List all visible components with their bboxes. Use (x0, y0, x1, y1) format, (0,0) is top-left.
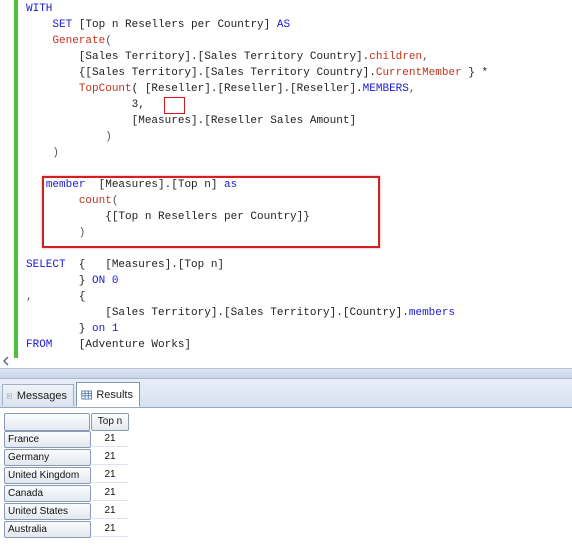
tab-results-label: Results (96, 388, 133, 401)
code-token: , (408, 83, 416, 95)
code-token: on 1 (92, 323, 119, 335)
code-token: { (32, 291, 86, 303)
code-token: MEMBERS (362, 83, 409, 95)
editor-gutter (0, 0, 14, 368)
code-token: [Top n Resellers per Country] (72, 19, 277, 31)
code-line: , { (26, 289, 85, 305)
code-token: CurrentMember (375, 67, 462, 79)
table-cell[interactable]: 21 (92, 467, 128, 483)
grid-corner-header[interactable] (4, 413, 90, 431)
topcount-number-highlight (164, 97, 185, 114)
code-line: 3, (26, 97, 145, 113)
code-line: WITH (26, 1, 52, 17)
code-token: [Sales Territory].[Sales Territory Count… (26, 51, 370, 63)
code-token: members (408, 307, 456, 319)
code-token: Generate (52, 35, 106, 47)
code-token: ( [Reseller].[Reseller].[Reseller]. (131, 83, 363, 95)
grid-icon (81, 390, 92, 399)
code-token: SET (52, 19, 73, 31)
results-grid[interactable]: Top n France 21 Germany 21 United Kingdom 21 C… (0, 408, 572, 550)
tab-messages-label: Messages (16, 389, 67, 402)
row-header[interactable]: Germany (4, 449, 91, 466)
code-line: } on 1 (26, 321, 119, 337)
code-token: } (26, 323, 93, 335)
tab-messages[interactable]: Messages (2, 384, 74, 406)
code-line: ) (26, 145, 59, 161)
code-line: {[Sales Territory].[Sales Territory Coun… (26, 65, 488, 81)
code-token: children (369, 51, 423, 63)
code-line: SET [Top n Resellers per Country] AS (26, 17, 290, 33)
table-cell[interactable]: 21 (92, 449, 128, 465)
code-token: , (26, 291, 33, 303)
code-line: FROM [Adventure Works] (26, 337, 191, 353)
tab-results[interactable]: Results (76, 382, 140, 407)
code-line: SELECT { [Measures].[Top n] (26, 257, 224, 273)
code-token: { [Measures].[Top n] (65, 259, 225, 271)
code-token: SELECT (26, 259, 66, 271)
table-cell[interactable]: 21 (92, 503, 128, 519)
messages-icon (7, 393, 12, 398)
table-cell[interactable]: 21 (92, 521, 128, 537)
row-header[interactable]: United Kingdom (4, 467, 91, 484)
code-line: [Measures].[Reseller Sales Amount] (26, 113, 356, 129)
code-token: FROM (26, 339, 53, 351)
row-header[interactable]: France (4, 431, 91, 448)
code-token: AS (276, 19, 291, 31)
member-definition-highlight (42, 176, 380, 248)
code-token: WITH (26, 3, 53, 15)
table-cell[interactable]: 21 (92, 431, 128, 447)
code-token: {[Sales Territory].[Sales Territory Coun… (26, 67, 376, 79)
column-header-top-n[interactable]: Top n (91, 413, 129, 431)
scroll-left-arrow-icon[interactable] (1, 356, 11, 366)
code-token: 3, (131, 99, 145, 111)
change-indicator-bar (14, 0, 18, 358)
code-token: ON 0 (92, 275, 119, 287)
code-token: [Sales Territory].[Sales Territory].[Cou… (26, 307, 409, 319)
code-line: } ON 0 (26, 273, 119, 289)
code-line: ) (26, 129, 112, 145)
query-editor[interactable]: WITH SET [Top n Resellers per Country] A… (0, 0, 572, 369)
row-header[interactable]: Australia (4, 521, 91, 538)
code-token: , (422, 51, 429, 63)
code-line: [Sales Territory].[Sales Territory].[Cou… (26, 305, 455, 321)
pane-splitter[interactable] (0, 369, 572, 379)
code-token: [Measures].[Reseller Sales Amount] (26, 115, 357, 127)
code-token: ) (26, 147, 60, 159)
code-token: ) (26, 131, 112, 143)
row-header[interactable]: Canada (4, 485, 91, 502)
results-tabbar: Messages Results (0, 379, 572, 408)
code-token: [Adventure Works] (52, 339, 192, 351)
code-token: } (26, 275, 93, 287)
code-line: Generate( (26, 33, 112, 49)
code-line: TopCount( [Reseller].[Reseller].[Reselle… (26, 81, 416, 97)
code-token: ( (105, 35, 112, 47)
code-token: TopCount (78, 83, 132, 95)
code-line: [Sales Territory].[Sales Territory Count… (26, 49, 429, 65)
table-cell[interactable]: 21 (92, 485, 128, 501)
row-header[interactable]: United States (4, 503, 91, 520)
code-token: } * (461, 67, 489, 79)
